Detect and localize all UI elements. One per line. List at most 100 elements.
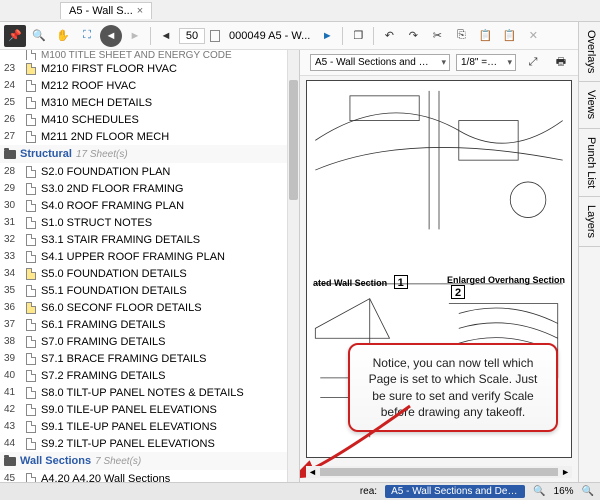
page-icon	[26, 63, 36, 75]
row-title: S1.0 STRUCT NOTES	[41, 217, 152, 229]
page-icon	[26, 50, 36, 60]
separator	[342, 27, 343, 45]
page-list-row[interactable]: M100 TITLE SHEET AND ENERGY CODE	[0, 50, 299, 60]
row-number: 36	[4, 302, 26, 313]
page-icon	[26, 166, 36, 178]
category-header[interactable]: Wall Sections7 Sheet(s)	[0, 452, 299, 470]
delete-icon[interactable]: ✕	[522, 25, 544, 47]
page-list-row[interactable]: 39S7.1 BRACE FRAMING DETAILS	[0, 350, 299, 367]
page-list-sidebar: M100 TITLE SHEET AND ENERGY CODE23M210 F…	[0, 50, 300, 482]
page-list-row[interactable]: 35S5.1 FOUNDATION DETAILS	[0, 282, 299, 299]
page-list-row[interactable]: 43S9.1 TILE-UP PANEL ELEVATIONS	[0, 418, 299, 435]
category-meta: 17 Sheet(s)	[76, 149, 128, 160]
separator	[150, 27, 151, 45]
fit-icon[interactable]: ⛶	[76, 25, 98, 47]
page-list-row[interactable]: 25M310 MECH DETAILS	[0, 94, 299, 111]
drawing-canvas[interactable]: ated Wall Section 1 Enlarged Overhang Se…	[300, 76, 578, 482]
zoom-icon[interactable]: 🔍	[28, 25, 50, 47]
status-sheet-pill[interactable]: A5 - Wall Sections and Details (...	[385, 485, 525, 498]
row-title: S7.2 FRAMING DETAILS	[41, 370, 166, 382]
page-icon	[26, 234, 36, 246]
document-tab[interactable]: A5 - Wall S... ×	[60, 2, 152, 19]
page-list-row[interactable]: 29S3.0 2ND FLOOR FRAMING	[0, 180, 299, 197]
status-bar: rea: A5 - Wall Sections and Details (...…	[0, 482, 600, 500]
page-list-row[interactable]: 30S4.0 ROOF FRAMING PLAN	[0, 197, 299, 214]
paste-icon[interactable]: 📋	[474, 25, 496, 47]
window-icon[interactable]: ❐	[347, 25, 369, 47]
page-list-row[interactable]: 31S1.0 STRUCT NOTES	[0, 214, 299, 231]
scroll-thumb[interactable]	[320, 468, 558, 476]
scrollbar-vertical[interactable]	[287, 50, 299, 482]
page-list-row[interactable]: 41S8.0 TILT-UP PANEL NOTES & DETAILS	[0, 384, 299, 401]
page-list-row[interactable]: 24M212 ROOF HVAC	[0, 77, 299, 94]
help-callout: Notice, you can now tell which Page is s…	[348, 343, 558, 432]
page-icon	[26, 473, 36, 483]
tab-overlays[interactable]: Overlays	[579, 22, 600, 82]
page-list-row[interactable]: 37S6.1 FRAMING DETAILS	[0, 316, 299, 333]
page-list-row[interactable]: 38S7.0 FRAMING DETAILS	[0, 333, 299, 350]
zoom-in-icon[interactable]: 🔍	[582, 486, 594, 497]
page-icon	[26, 438, 36, 450]
scroll-thumb[interactable]	[289, 80, 298, 200]
row-title: S9.2 TILT-UP PANEL ELEVATIONS	[41, 438, 215, 450]
page-list-row[interactable]: 34S5.0 FOUNDATION DETAILS	[0, 265, 299, 282]
page-name-label: 000049 A5 - W...	[225, 30, 314, 42]
page-icon	[26, 251, 36, 263]
row-number: 34	[4, 268, 26, 279]
page-list-row[interactable]: 44 S9.2 TILT-UP PANEL ELEVATIONS	[0, 435, 299, 452]
page-list-row[interactable]: 26M410 SCHEDULES	[0, 111, 299, 128]
row-number: 23	[4, 63, 26, 74]
page-list-row[interactable]: 33S4.1 UPPER ROOF FRAMING PLAN	[0, 248, 299, 265]
row-title: S9.1 TILE-UP PANEL ELEVATIONS	[41, 421, 217, 433]
row-title: S9.0 TILE-UP PANEL ELEVATIONS	[41, 404, 217, 416]
undo-icon[interactable]: ↶	[378, 25, 400, 47]
page-list-row[interactable]: 23M210 FIRST FLOOR HVAC	[0, 60, 299, 77]
tab-views[interactable]: Views	[579, 82, 600, 128]
tab-punch-list[interactable]: Punch List	[579, 129, 600, 197]
page-icon	[26, 285, 36, 297]
page-list-row[interactable]: 27M211 2ND FLOOR MECH	[0, 128, 299, 145]
page-icon	[26, 336, 36, 348]
row-number: 33	[4, 251, 26, 262]
row-number: 35	[4, 285, 26, 296]
redo-icon[interactable]: ↷	[402, 25, 424, 47]
separator	[373, 27, 374, 45]
page-list-row[interactable]: 42S9.0 TILE-UP PANEL ELEVATIONS	[0, 401, 299, 418]
copy-icon[interactable]: ⎘	[450, 25, 472, 47]
close-icon[interactable]: ×	[137, 5, 143, 17]
row-number: 32	[4, 234, 26, 245]
page-list-row[interactable]: 36S6.0 SECONF FLOOR DETAILS	[0, 299, 299, 316]
section-label-left: ated Wall Section 1	[313, 275, 408, 289]
row-title: M410 SCHEDULES	[41, 114, 139, 126]
row-title: S3.1 STAIR FRAMING DETAILS	[41, 234, 200, 246]
page-icon	[26, 131, 36, 143]
page-list-row[interactable]: 40S7.2 FRAMING DETAILS	[0, 367, 299, 384]
pan-icon[interactable]: ✋	[52, 25, 74, 47]
section-label-right: Enlarged Overhang Section 2	[447, 275, 571, 299]
zoom-out-icon[interactable]: 🔍	[533, 486, 545, 497]
cut-icon[interactable]: ✂	[426, 25, 448, 47]
next-page-icon[interactable]: ►	[316, 25, 338, 47]
scrollbar-horizontal[interactable]: ◄ ►	[306, 466, 572, 478]
page-icon	[26, 353, 36, 365]
pin-icon[interactable]: 📌	[4, 25, 26, 47]
page-icon	[26, 200, 36, 212]
back-icon[interactable]: ◄	[100, 25, 122, 47]
row-title: S2.0 FOUNDATION PLAN	[41, 166, 170, 178]
forward-icon[interactable]: ►	[124, 25, 146, 47]
tab-layers[interactable]: Layers	[579, 197, 600, 247]
page-list-row[interactable]: 32 S3.1 STAIR FRAMING DETAILS	[0, 231, 299, 248]
prev-page-icon[interactable]: ◄	[155, 25, 177, 47]
page-list-row[interactable]: 45A4.20 A4.20 Wall Sections	[0, 470, 299, 482]
page-icon	[26, 319, 36, 331]
tab-title: A5 - Wall S...	[69, 5, 133, 17]
page-icon	[210, 30, 220, 42]
row-number: 28	[4, 166, 26, 177]
row-number: 29	[4, 183, 26, 194]
category-header[interactable]: Structural17 Sheet(s)	[0, 145, 299, 163]
page-icon	[26, 421, 36, 433]
paste-special-icon[interactable]: 📋	[498, 25, 520, 47]
page-list-row[interactable]: 28 S2.0 FOUNDATION PLAN	[0, 163, 299, 180]
row-number: 44	[4, 438, 26, 449]
page-number-input[interactable]	[179, 28, 205, 44]
